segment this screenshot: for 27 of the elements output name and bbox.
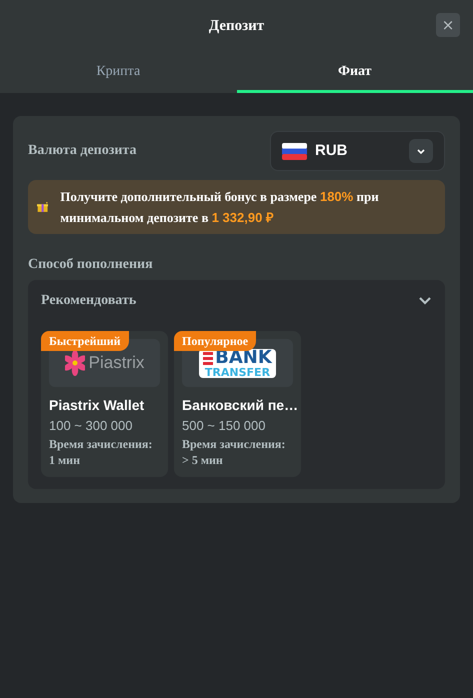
payment-card[interactable]: Быстрейший Piastrix Piastrix Wallet 100 ~ 300 000 Время зачисления: 1 мин bbox=[41, 331, 168, 476]
chevron-icon bbox=[409, 139, 433, 163]
method-name: Piastrix Wallet bbox=[49, 396, 146, 415]
time-label: Время зачисления: bbox=[182, 436, 286, 452]
amount-range: 500 ~ 150 000 bbox=[182, 417, 266, 435]
tab[interactable]: Фиат bbox=[236, 52, 473, 93]
flower-icon bbox=[64, 350, 85, 376]
currency-select[interactable]: RUB bbox=[270, 131, 445, 171]
gift-icon bbox=[37, 199, 48, 215]
group-header[interactable]: Рекомендовать bbox=[41, 290, 432, 311]
time-label: Время зачисления: bbox=[49, 436, 154, 452]
logo-text: Piastrix bbox=[88, 352, 144, 374]
payment-card[interactable]: Популярное BANK TRANSFER Банковский пе… 500 ~ 150 000 Время зачисления: > 5 мин bbox=[174, 331, 301, 476]
tab[interactable]: Крипта bbox=[0, 52, 236, 93]
bank-transfer-logo: BANK TRANSFER bbox=[199, 348, 276, 378]
bonus-text: Получите дополнительный бонус в размере 180% при минимальном депозите в 1 332,90 ₽ bbox=[60, 188, 380, 227]
badge: Популярное bbox=[174, 331, 256, 351]
close-button[interactable]: × bbox=[436, 13, 460, 37]
amount-range: 100 ~ 300 000 bbox=[49, 417, 134, 435]
section-label: Способ пополнения bbox=[28, 256, 154, 274]
time-value: > 5 мин bbox=[182, 452, 224, 468]
field-label: Валюта депозита bbox=[28, 142, 136, 160]
badge: Быстрейший bbox=[41, 331, 129, 351]
flag-icon bbox=[282, 142, 307, 160]
time-value: 1 мин bbox=[49, 452, 82, 468]
dialog-title: Депозит bbox=[208, 16, 264, 36]
chevron-icon bbox=[418, 296, 432, 306]
